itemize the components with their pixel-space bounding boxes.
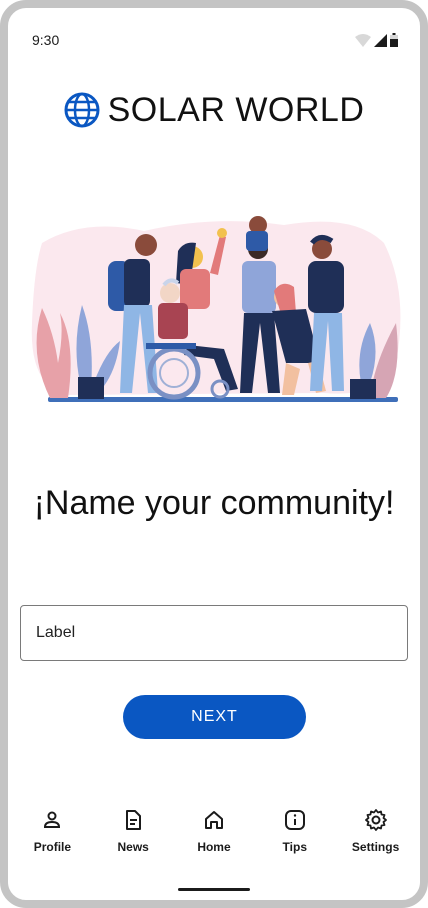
nav-label-profile: Profile — [33, 840, 72, 854]
status-icons — [355, 33, 398, 47]
nav-label-settings: Settings — [351, 840, 400, 854]
nav-label-home: Home — [197, 840, 231, 854]
app-header: SOLAR WORLD — [8, 88, 420, 132]
nav-label-news: News — [117, 840, 149, 854]
nav-item-tips[interactable]: Tips — [255, 804, 335, 864]
app-title: SOLAR WORLD — [107, 90, 365, 129]
person-icon — [44, 811, 61, 828]
next-button[interactable]: NEXT — [123, 695, 306, 739]
wifi-icon — [355, 34, 371, 47]
phone-frame: 9:30 SOLAR WORLD ¡Name your community! L… — [0, 0, 428, 908]
nav-item-profile[interactable]: Profile — [12, 804, 92, 864]
community-illustration — [31, 216, 401, 402]
signal-icon — [374, 34, 387, 47]
gear-icon — [364, 809, 387, 831]
community-name-input[interactable] — [21, 606, 407, 660]
home-indicator[interactable] — [178, 888, 250, 891]
community-name-field — [20, 605, 408, 661]
battery-icon — [390, 33, 398, 47]
nav-item-settings[interactable]: Settings — [336, 804, 416, 864]
nav-label-tips: Tips — [282, 840, 307, 854]
nav-item-home[interactable]: Home — [174, 804, 254, 864]
status-time: 9:30 — [32, 32, 60, 48]
globe-icon — [64, 92, 100, 128]
status-bar: 9:30 — [8, 8, 420, 58]
document-icon — [126, 810, 142, 830]
page-headline: ¡Name your community! — [33, 484, 395, 522]
home-icon — [204, 811, 223, 829]
nav-item-news[interactable]: News — [93, 804, 173, 864]
bottom-navigation: Profile News Home Tips Settings — [8, 804, 420, 864]
info-icon — [284, 810, 305, 830]
